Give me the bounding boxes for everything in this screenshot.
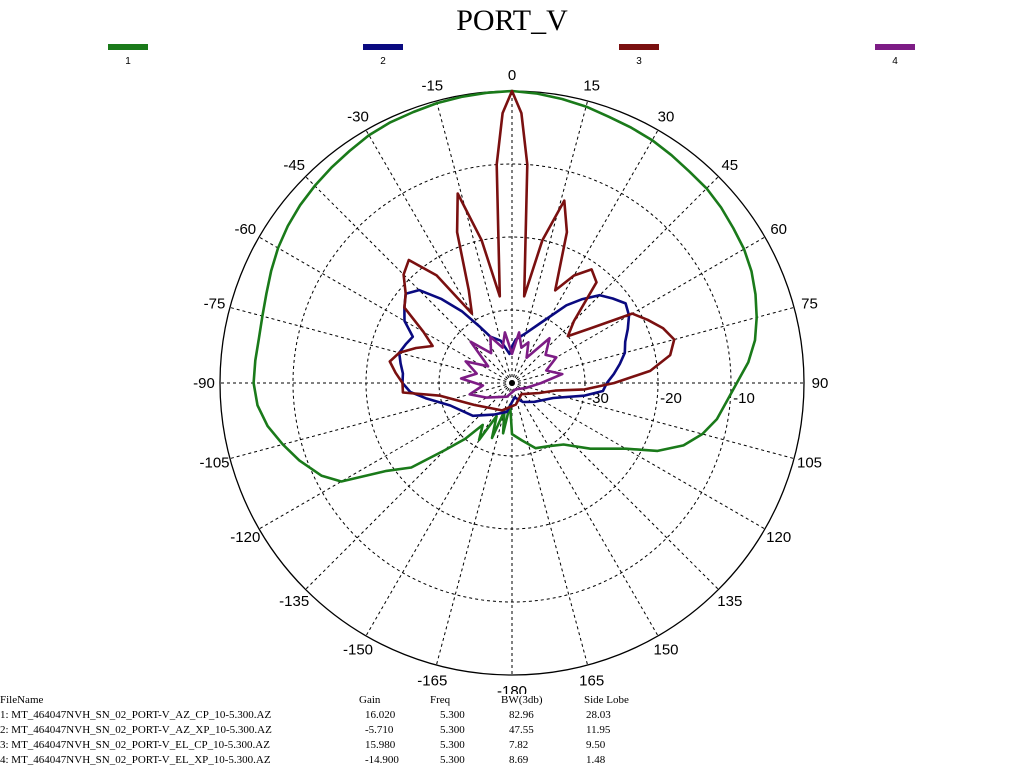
row-sidelobe: 28.03 <box>586 709 611 721</box>
grid-spoke <box>511 129 659 384</box>
row-sidelobe: 9.50 <box>586 739 606 751</box>
angle-tick-label: 105 <box>797 455 822 472</box>
row-gain: -5.710 <box>365 724 394 736</box>
header-freq: Freq <box>430 694 451 706</box>
angle-tick-label: 90 <box>812 375 829 392</box>
grid-spoke <box>511 382 766 530</box>
table-row: 2: MT_464047NVH_SN_02_PORT-V_AZ_XP_10-5.… <box>0 724 1024 739</box>
row-freq: 5.300 <box>440 754 465 766</box>
angle-tick-label: -105 <box>199 455 229 472</box>
header-filename: FileName <box>0 694 44 706</box>
angle-tick-label: 120 <box>766 529 791 546</box>
row-gain: 15.980 <box>365 739 396 751</box>
header-bw: BW(3db) <box>501 694 543 706</box>
row-gain: 16.020 <box>365 709 396 721</box>
angle-tick-label: -165 <box>417 673 447 690</box>
angle-tick-label: -30 <box>347 108 369 125</box>
angle-tick-label: 75 <box>801 295 818 312</box>
row-freq: 5.300 <box>440 739 465 751</box>
table-row: 4: MT_464047NVH_SN_02_PORT-V_EL_XP_10-5.… <box>0 754 1024 769</box>
grid-spoke <box>258 236 513 384</box>
grid-spoke <box>305 382 513 590</box>
angle-tick-label: -75 <box>204 295 226 312</box>
angle-tick-label: 135 <box>717 593 742 610</box>
table-row: 3: MT_464047NVH_SN_02_PORT-V_EL_CP_10-5.… <box>0 739 1024 754</box>
series-line-1 <box>252 89 758 483</box>
legend: 1 2 3 4 <box>108 44 915 67</box>
angle-tick-label: 150 <box>653 642 678 659</box>
grid-spoke <box>511 176 719 384</box>
grid-spoke <box>305 176 513 384</box>
header-sidelobe: Side Lobe <box>584 694 629 706</box>
angle-tick-label: -90 <box>193 375 215 392</box>
row-bw: 82.96 <box>509 709 534 721</box>
info-header-row: FileName Gain Freq BW(3db) Side Lobe <box>0 694 1024 709</box>
legend-label-4: 4 <box>892 56 898 67</box>
legend-label-1: 1 <box>125 56 131 67</box>
angle-tick-label: 60 <box>770 221 787 238</box>
angle-tick-label: 45 <box>721 157 738 174</box>
row-filename: 2: MT_464047NVH_SN_02_PORT-V_AZ_XP_10-5.… <box>0 724 272 736</box>
angle-tick-label: 165 <box>579 673 604 690</box>
grid-spoke <box>511 382 589 666</box>
angle-tick-label: -150 <box>343 642 373 659</box>
row-bw: 8.69 <box>509 754 529 766</box>
angle-tick-label: -60 <box>234 221 256 238</box>
angle-tick-label: 15 <box>583 78 600 95</box>
table-row: 1: MT_464047NVH_SN_02_PORT-V_AZ_CP_10-5.… <box>0 709 1024 724</box>
row-sidelobe: 1.48 <box>586 754 606 766</box>
angle-tick-label: -135 <box>279 593 309 610</box>
row-bw: 47.55 <box>509 724 534 736</box>
pattern-series <box>252 89 758 483</box>
polar-grid: -30 -20 -10 <box>219 90 805 676</box>
polar-chart: PORT_V -30 -20 -10 0 15 30 45 60 75 90 105 120 135 1… <box>108 4 915 694</box>
row-filename: 3: MT_464047NVH_SN_02_PORT-V_EL_CP_10-5.… <box>0 739 270 751</box>
row-gain: -14.900 <box>365 754 399 766</box>
grid-spoke <box>511 382 719 590</box>
measurement-info-table: FileName Gain Freq BW(3db) Side Lobe 1: … <box>0 694 1024 768</box>
grid-spoke <box>511 236 766 384</box>
legend-label-2: 2 <box>380 56 386 67</box>
row-sidelobe: 11.95 <box>586 724 611 736</box>
ring-tick-label: -10 <box>733 390 755 407</box>
angle-tick-label: -45 <box>283 157 305 174</box>
row-filename: 1: MT_464047NVH_SN_02_PORT-V_AZ_CP_10-5.… <box>0 709 272 721</box>
grid-spoke <box>435 382 513 666</box>
row-freq: 5.300 <box>440 724 465 736</box>
grid-spoke <box>365 382 513 637</box>
angle-tick-label: -15 <box>421 78 443 95</box>
angle-tick-label: -180 <box>497 683 527 694</box>
header-gain: Gain <box>359 694 381 706</box>
grid-spoke <box>511 382 659 637</box>
legend-label-3: 3 <box>636 56 642 67</box>
angle-tick-label: -120 <box>230 529 260 546</box>
angle-tick-label: 30 <box>658 108 675 125</box>
angle-tick-label: 0 <box>508 67 516 84</box>
chart-title: PORT_V <box>456 4 568 37</box>
row-filename: 4: MT_464047NVH_SN_02_PORT-V_EL_XP_10-5.… <box>0 754 271 766</box>
row-bw: 7.82 <box>509 739 529 751</box>
row-freq: 5.300 <box>440 709 465 721</box>
ring-tick-label: -20 <box>660 390 682 407</box>
series-line-3 <box>388 89 676 412</box>
